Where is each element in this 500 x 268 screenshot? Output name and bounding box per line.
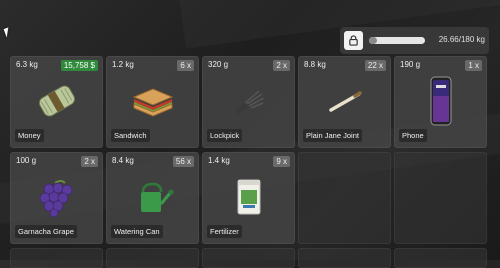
inventory-slot-plain-jane-joint[interactable]: 8.8 kg 22 x Plain Jane Joint (298, 56, 391, 148)
item-label: Phone (399, 129, 427, 142)
item-label: Plain Jane Joint (303, 129, 362, 142)
weight-progress-fill (369, 37, 378, 44)
quantity-badge: 6 x (177, 60, 194, 71)
grape-icon (39, 180, 72, 217)
item-label: Fertilizer (207, 225, 242, 238)
item-weight: 8.8 kg (304, 60, 326, 69)
quantity-badge: 2 x (273, 60, 290, 71)
item-weight: 1.2 kg (112, 60, 134, 69)
inventory-slot-empty[interactable] (298, 248, 391, 268)
fertilizer-icon (237, 179, 260, 215)
lock-icon (349, 35, 358, 46)
quantity-badge: 1 x (465, 60, 482, 71)
item-label: Garnacha Grape (15, 225, 77, 238)
inventory-slot-money[interactable]: 6.3 kg 15,758 $ Money (10, 56, 103, 148)
inventory-slot-empty[interactable] (394, 152, 487, 244)
quantity-badge: 2 x (81, 156, 98, 167)
item-weight: 1.4 kg (208, 156, 230, 165)
item-weight: 320 g (208, 60, 229, 69)
joint-icon (328, 91, 362, 112)
item-weight: 100 g (16, 156, 37, 165)
item-weight: 6.3 kg (16, 60, 38, 69)
inventory-slot-empty[interactable] (202, 248, 295, 268)
quantity-badge: 22 x (364, 60, 386, 71)
weight-text: 26.66/180 kg (438, 35, 485, 44)
inventory-slot-empty[interactable] (106, 248, 199, 268)
price-badge: 15,758 $ (60, 60, 98, 71)
inventory-slot-empty[interactable] (394, 248, 487, 268)
quantity-badge: 9 x (273, 156, 290, 167)
phone-icon (430, 76, 451, 126)
item-weight: 190 g (400, 60, 421, 69)
sandwich-icon (132, 88, 173, 117)
lock-button[interactable] (344, 31, 363, 50)
item-label: Money (15, 129, 44, 142)
item-label: Watering Can (111, 225, 163, 238)
inventory-slot-sandwich[interactable]: 1.2 kg 6 x Sandwich (106, 56, 199, 148)
inventory-slot-empty[interactable] (10, 248, 103, 268)
inventory-slot-watering-can[interactable]: 8.4 kg 56 x Watering Can (106, 152, 199, 244)
watering-can-icon (140, 182, 173, 212)
mouse-cursor (3, 27, 12, 38)
inventory-slot-phone[interactable]: 190 g 1 x Phone (394, 56, 487, 148)
inventory-slot-garnacha-grape[interactable]: 100 g 2 x Garnacha Grape (10, 152, 103, 244)
item-label: Sandwich (111, 129, 150, 142)
quantity-badge: 56 x (172, 156, 194, 167)
item-label: Lockpick (207, 129, 243, 142)
lockpick-icon (234, 90, 264, 115)
weight-progress-bar (369, 37, 425, 44)
inventory-slot-lockpick[interactable]: 320 g 2 x Lockpick (202, 56, 295, 148)
item-weight: 8.4 kg (112, 156, 134, 165)
weight-panel: 26.66/180 kg (340, 27, 489, 54)
inventory-slot-fertilizer[interactable]: 1.4 kg 9 x Fertilizer (202, 152, 295, 244)
money-icon (38, 85, 75, 117)
inventory-slot-empty[interactable] (298, 152, 391, 244)
